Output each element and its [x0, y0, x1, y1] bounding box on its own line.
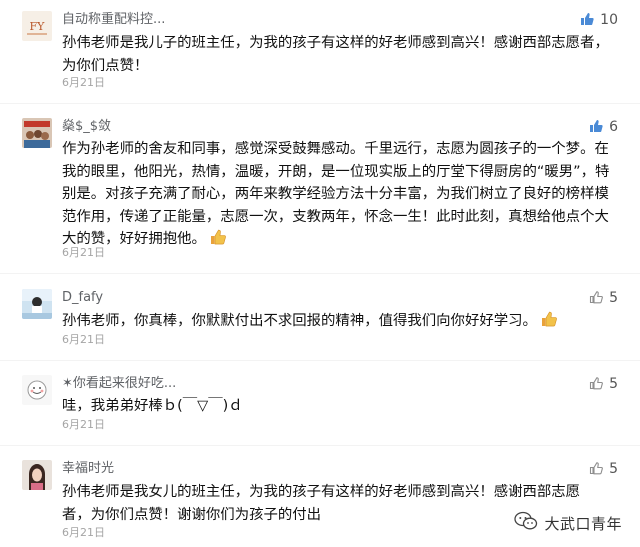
- avatar[interactable]: [22, 460, 52, 490]
- like-count: 6: [609, 119, 618, 135]
- thumbs-up-icon: [589, 118, 603, 137]
- comment-date: 6月21日: [62, 246, 105, 259]
- comment-nickname[interactable]: D_fafy: [62, 289, 103, 307]
- comment-text: 孙伟老师是我女儿的班主任，为我的孩子有这样的好老师感到高兴！感谢西部志愿者，为你…: [62, 484, 581, 523]
- thumbs-up-icon: [589, 289, 603, 308]
- comment-nickname[interactable]: ✶你看起来很好吃...: [62, 375, 176, 393]
- comment-date: 6月21日: [62, 526, 105, 539]
- comment-date: 6月21日: [62, 333, 105, 346]
- like-button[interactable]: 6: [589, 118, 618, 136]
- like-count: 10: [600, 12, 618, 28]
- divider: [0, 103, 640, 104]
- comment-date: 6月21日: [62, 418, 105, 431]
- watermark-text: 大武口青年: [544, 514, 622, 533]
- avatar[interactable]: [22, 118, 52, 148]
- like-button[interactable]: 5: [589, 460, 618, 478]
- like-button[interactable]: 10: [580, 11, 618, 29]
- comment-text: 哇，我弟弟好棒ｂ(￣▽￣)ｄ: [62, 398, 243, 414]
- like-count: 5: [609, 290, 618, 306]
- thumbs-up-icon: [589, 460, 603, 479]
- avatar[interactable]: [22, 375, 52, 405]
- svg-text:FY: FY: [30, 20, 46, 33]
- wechat-icon: [514, 511, 538, 535]
- comment-text-content: 作为孙老师的舍友和同事，感觉深受鼓舞感动。千里远行，志愿为圆孩子的一个梦。在我的…: [62, 141, 610, 247]
- like-count: 5: [609, 461, 618, 477]
- divider: [0, 445, 640, 446]
- comment-nickname[interactable]: 自动称重配料控...: [62, 11, 165, 29]
- comment-date: 6月21日: [62, 76, 105, 89]
- thumbs-up-icon: [580, 11, 594, 30]
- comment-nickname[interactable]: 幸福时光: [62, 460, 114, 478]
- avatar[interactable]: FY: [22, 11, 52, 41]
- thumbs-up-emoji-icon: [209, 228, 227, 254]
- like-button[interactable]: 5: [589, 375, 618, 393]
- thumbs-up-icon: [589, 375, 603, 394]
- comment-text: 孙伟老师，你真棒，你默默付出不求回报的精神，值得我们向你好好学习。: [62, 310, 622, 336]
- divider: [0, 360, 640, 361]
- comment-nickname[interactable]: 燊$_$敛: [62, 118, 111, 136]
- like-button[interactable]: 5: [589, 289, 618, 307]
- avatar[interactable]: [22, 289, 52, 319]
- thumbs-up-emoji-icon: [540, 310, 558, 336]
- account-watermark: 大武口青年: [514, 511, 622, 535]
- comment-text-content: 孙伟老师，你真棒，你默默付出不求回报的精神，值得我们向你好好学习。: [62, 313, 537, 329]
- comment-text: 作为孙老师的舍友和同事，感觉深受鼓舞感动。千里远行，志愿为圆孩子的一个梦。在我的…: [62, 138, 622, 254]
- comment-text: 孙伟老师是我儿子的班主任，为我的孩子有这样的好老师感到高兴！感谢西部志愿者，为你…: [62, 35, 609, 74]
- divider: [0, 273, 640, 274]
- like-count: 5: [609, 376, 618, 392]
